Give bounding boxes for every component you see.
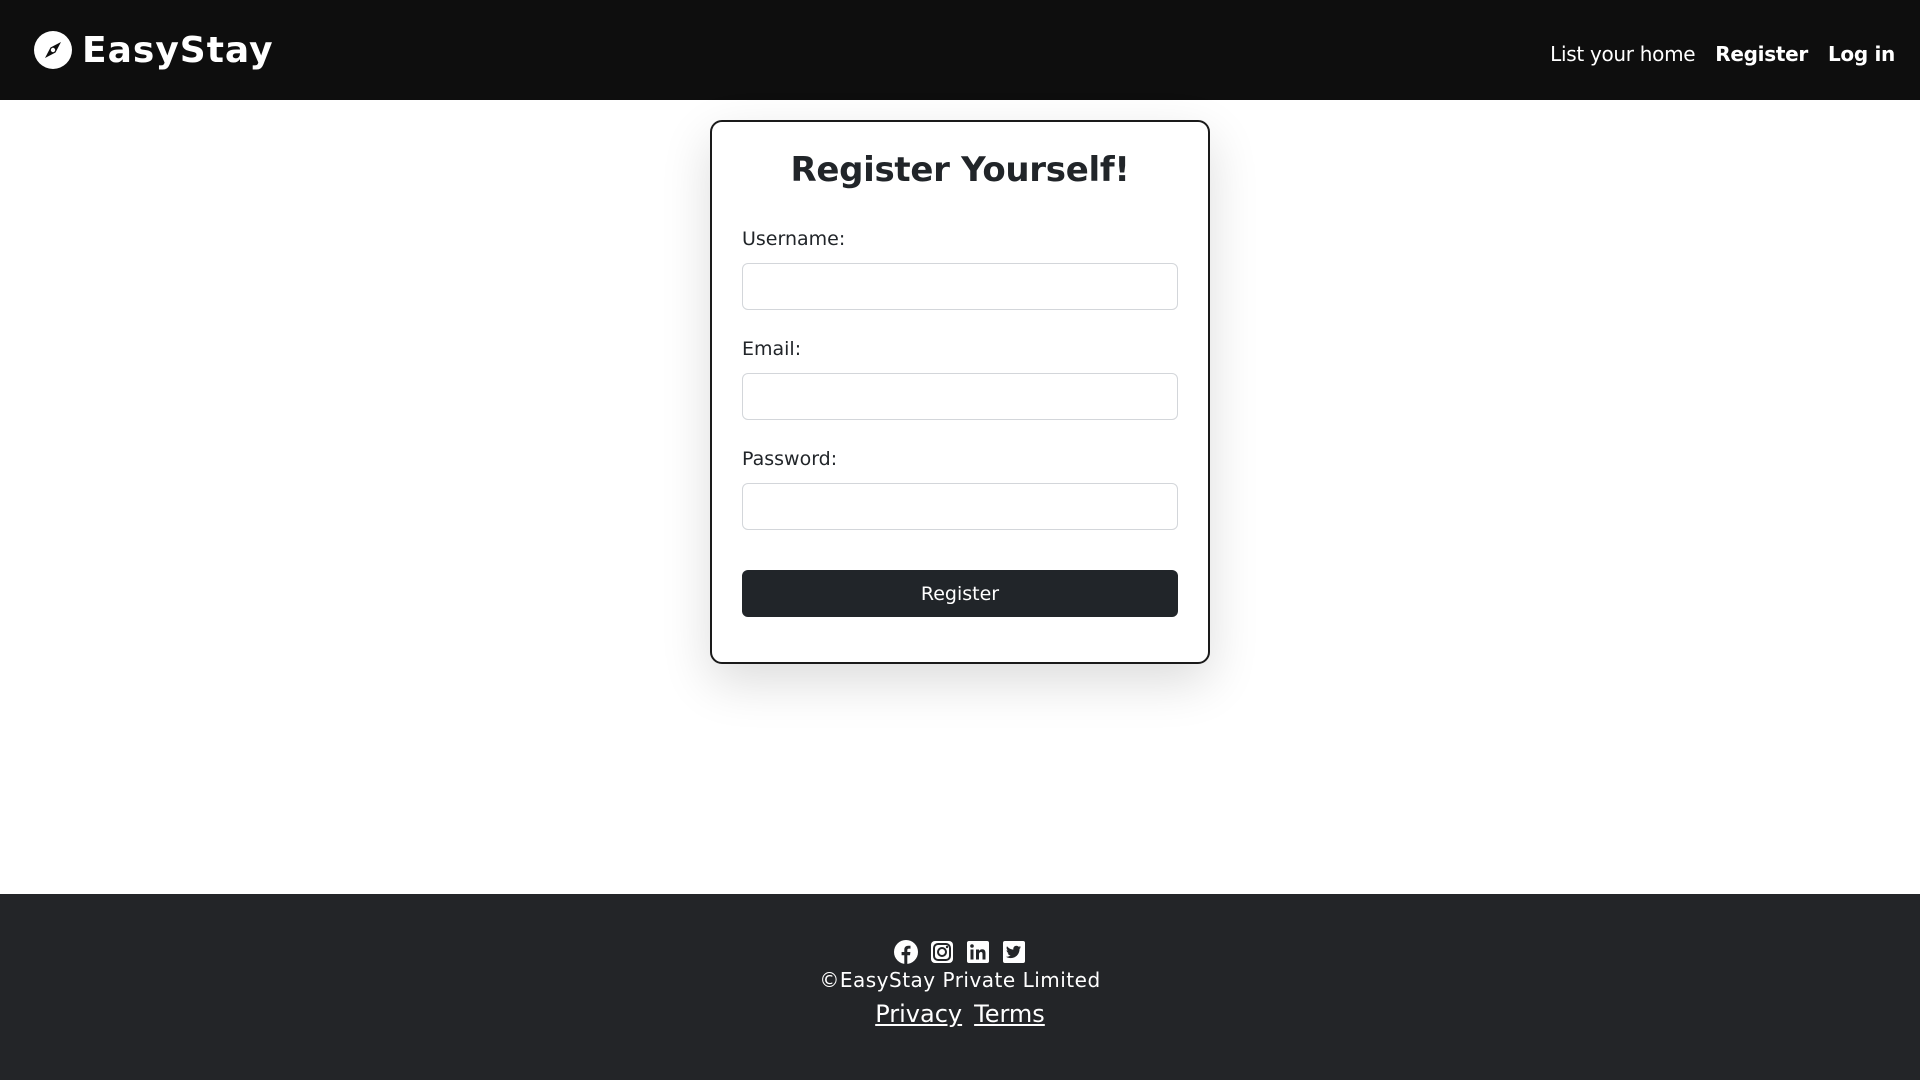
social-links	[894, 940, 1026, 964]
username-label: Username:	[742, 228, 846, 250]
brand-name: EasyStay	[82, 29, 274, 71]
nav-register[interactable]: Register	[1715, 42, 1808, 66]
footer-links: Privacy Terms	[875, 1000, 1045, 1028]
register-button[interactable]: Register	[742, 570, 1178, 617]
username-group: Username:	[742, 228, 1178, 310]
nav-links: List your home Register Log in	[1550, 42, 1895, 66]
facebook-link[interactable]	[894, 940, 918, 964]
register-card: Register Yourself! Username: Email: Pass…	[710, 120, 1210, 664]
footer: ©EasyStay Private Limited Privacy Terms	[0, 894, 1920, 1080]
email-label: Email:	[742, 338, 802, 360]
nav-list-your-home[interactable]: List your home	[1550, 42, 1695, 66]
username-input[interactable]	[742, 263, 1178, 310]
email-group: Email:	[742, 338, 1178, 420]
facebook-icon	[894, 940, 918, 964]
linkedin-icon	[967, 941, 989, 963]
nav-login[interactable]: Log in	[1828, 42, 1895, 66]
twitter-icon	[1003, 941, 1025, 963]
email-input[interactable]	[742, 373, 1178, 420]
privacy-link[interactable]: Privacy	[875, 1000, 962, 1028]
navbar: EasyStay List your home Register Log in	[0, 0, 1920, 100]
terms-link[interactable]: Terms	[974, 1000, 1045, 1028]
brand-link[interactable]: EasyStay	[34, 30, 274, 71]
password-group: Password:	[742, 448, 1178, 530]
page-title: Register Yourself!	[790, 150, 1130, 190]
instagram-icon	[931, 941, 953, 963]
compass-icon	[34, 31, 72, 69]
instagram-link[interactable]	[930, 940, 954, 964]
password-input[interactable]	[742, 483, 1178, 530]
password-label: Password:	[742, 448, 838, 470]
copyright-text: ©EasyStay Private Limited	[819, 968, 1101, 992]
twitter-link[interactable]	[1002, 940, 1026, 964]
linkedin-link[interactable]	[966, 940, 990, 964]
